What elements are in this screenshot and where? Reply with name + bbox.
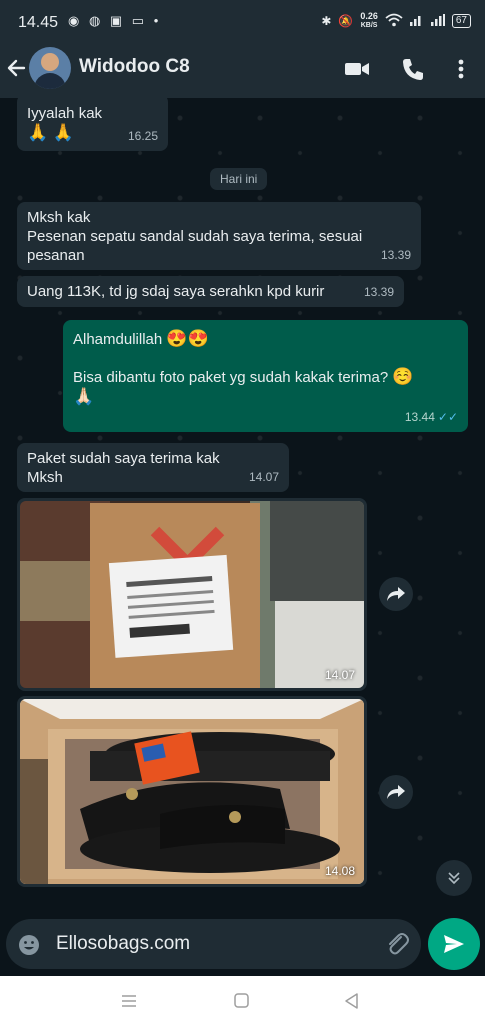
message-bubble-incoming[interactable]: Mksh kak Pesenan sepatu sandal sudah say…	[17, 202, 421, 270]
forward-button[interactable]	[379, 577, 413, 611]
more-options-icon[interactable]	[447, 55, 475, 83]
send-button[interactable]	[428, 918, 480, 970]
read-ticks-icon: ✓✓	[437, 410, 458, 424]
message-time: 13.39	[363, 285, 394, 299]
scroll-down-icon	[448, 872, 460, 885]
speed-unit: KB/S	[360, 22, 378, 29]
message-emoji: 😍😍	[166, 329, 209, 348]
image-message[interactable]: 14.08	[17, 696, 367, 887]
network-speed: 0.26 KB/S	[360, 12, 378, 30]
message-text: Iyyalah kak	[27, 105, 103, 122]
message-text: Alhamdulillah	[73, 331, 163, 348]
forward-icon	[387, 785, 405, 799]
back-icon[interactable]	[343, 992, 361, 1010]
package-box-image	[20, 501, 364, 688]
phone-icon[interactable]	[399, 55, 427, 83]
message-text: Uang 113K, td jg sdaj saya serahkn kpd k…	[27, 283, 325, 300]
message-emoji: ☺️	[392, 367, 414, 386]
forward-button[interactable]	[379, 775, 413, 809]
wifi-icon	[385, 13, 403, 30]
contact-avatar[interactable]	[29, 47, 71, 89]
system-nav-bar	[0, 976, 485, 1024]
signal-icon-1	[409, 14, 424, 29]
message-time: 14.07	[248, 470, 279, 484]
date-chip: Hari ini	[210, 168, 268, 190]
video-call-icon[interactable]	[343, 55, 371, 83]
message-bubble-incoming[interactable]: Iyyalah kak 🙏 🙏 16.25	[17, 98, 168, 151]
message-text: Mksh kak	[27, 209, 91, 226]
message-bubble-outgoing[interactable]: Alhamdulillah 😍😍 Bisa dibantu foto paket…	[63, 320, 468, 432]
message-time: 14.07	[324, 668, 355, 682]
home-icon[interactable]	[233, 992, 251, 1010]
recents-icon[interactable]	[120, 992, 138, 1010]
scroll-down-button[interactable]	[436, 860, 472, 896]
message-time: 13.44 ✓✓	[405, 408, 458, 427]
sandals-box-image	[20, 699, 364, 884]
message-text: Bisa dibantu foto paket yg sudah kakak t…	[73, 369, 389, 386]
sandals-in-box-photo[interactable]: 14.08	[20, 699, 364, 884]
notification-icons: ◉ ◍ ▣ ▭ •	[68, 13, 162, 28]
message-text: Pesenan sepatu sandal sudah saya terima,…	[27, 228, 363, 245]
image-message[interactable]: 14.07	[17, 498, 367, 691]
message-time-value: 13.44	[404, 410, 435, 424]
speed-value: 0.26	[360, 11, 378, 21]
message-text: pesanan	[27, 247, 85, 264]
emoji-icon[interactable]	[17, 933, 41, 957]
bluetooth-icon: ✱	[321, 14, 332, 28]
send-icon	[444, 935, 464, 953]
message-bubble-incoming[interactable]: Uang 113K, td jg sdaj saya serahkn kpd k…	[17, 276, 404, 307]
message-text: Paket sudah saya terima kak	[27, 450, 220, 467]
message-time: 14.08	[324, 864, 355, 878]
message-input-text[interactable]: Ellosobags.com	[56, 933, 190, 955]
contact-name[interactable]: Widodoo C8	[79, 56, 190, 78]
back-arrow-icon[interactable]	[6, 56, 26, 80]
package-box-photo[interactable]: 14.07	[20, 501, 364, 688]
chat-area[interactable]: Iyyalah kak 🙏 🙏 16.25 Hari ini Mksh kak …	[0, 98, 485, 920]
mute-icon: 🔕	[338, 14, 354, 28]
message-text: Mksh	[27, 469, 63, 486]
message-time: 13.39	[380, 248, 411, 262]
message-bubble-incoming[interactable]: Paket sudah saya terima kak Mksh 14.07	[17, 443, 289, 492]
forward-icon	[387, 587, 405, 601]
message-time: 16.25	[127, 129, 158, 143]
attach-icon[interactable]	[384, 931, 410, 957]
status-right: ✱ 🔕 0.26 KB/S 67	[321, 12, 471, 30]
status-time: 14.45	[18, 14, 59, 31]
chat-header: Widodoo C8	[0, 40, 485, 98]
message-emoji: 🙏🏻	[73, 387, 95, 406]
battery-indicator: 67	[451, 14, 471, 28]
signal-icon-2	[430, 13, 445, 29]
message-composer: Ellosobags.com	[0, 912, 485, 976]
message-input[interactable]: Ellosobags.com	[6, 919, 421, 969]
